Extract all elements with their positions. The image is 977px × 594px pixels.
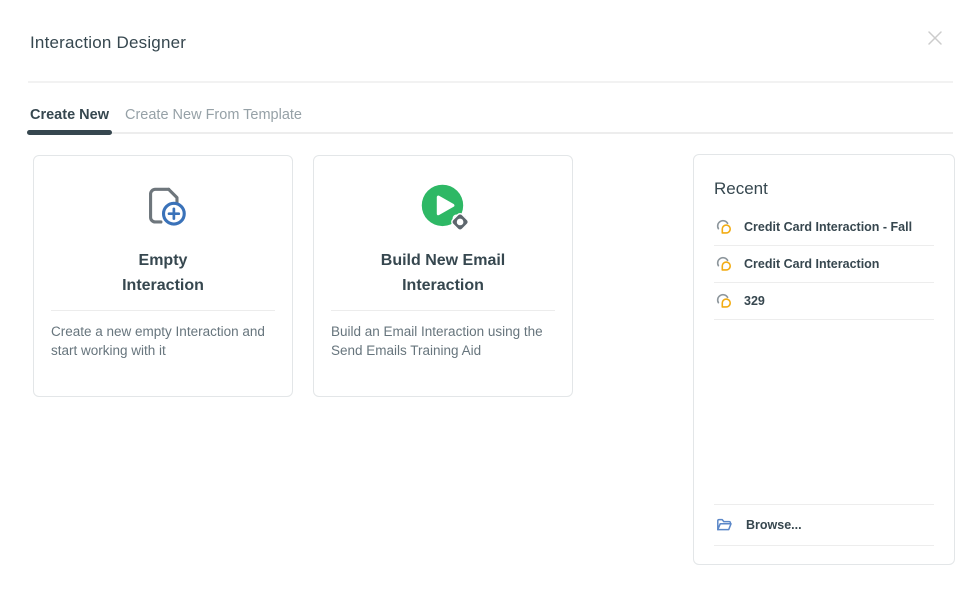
close-button[interactable]: [924, 27, 946, 49]
recent-item[interactable]: 329: [714, 283, 934, 320]
card-divider: [331, 310, 555, 311]
card-divider: [51, 310, 275, 311]
close-icon: [925, 28, 945, 48]
document-add-icon: [134, 179, 192, 237]
card-title-line: Interaction: [381, 274, 505, 299]
recent-item[interactable]: Credit Card Interaction - Fall: [714, 209, 934, 246]
card-title-line: Build New Email: [381, 249, 505, 274]
header-divider: [28, 81, 953, 83]
browse-label: Browse...: [746, 518, 802, 532]
recent-item-label: Credit Card Interaction - Fall: [744, 220, 912, 234]
recent-item[interactable]: Credit Card Interaction: [714, 246, 934, 283]
recent-heading: Recent: [714, 179, 934, 199]
card-title-line: Interaction: [122, 274, 204, 299]
dialog-title: Interaction Designer: [30, 33, 186, 53]
open-folder-icon: [716, 517, 732, 533]
card-title: Empty Interaction: [122, 249, 204, 299]
chat-bubble-icon: [716, 293, 732, 309]
recent-panel: Recent Credit Card Interaction - Fall Cr…: [693, 154, 955, 565]
card-build-new-email-interaction[interactable]: Build New Email Interaction Build an Ema…: [313, 155, 573, 397]
recent-spacer: [714, 320, 934, 504]
recent-item-label: Credit Card Interaction: [744, 257, 879, 271]
card-title-line: Empty: [122, 249, 204, 274]
chat-bubble-icon: [716, 219, 732, 235]
tab-bar: Create New Create New From Template: [30, 105, 953, 134]
card-description: Build an Email Interaction using the Sen…: [331, 322, 555, 361]
play-gear-icon: [414, 179, 472, 237]
card-description: Create a new empty Interaction and start…: [51, 322, 275, 361]
interaction-designer-dialog: Interaction Designer Create New Create N…: [0, 0, 977, 594]
card-empty-interaction[interactable]: Empty Interaction Create a new empty Int…: [33, 155, 293, 397]
recent-item-label: 329: [744, 294, 765, 308]
chat-bubble-icon: [716, 256, 732, 272]
browse-button[interactable]: Browse...: [714, 504, 934, 546]
card-title: Build New Email Interaction: [381, 249, 505, 299]
tab-create-new[interactable]: Create New: [30, 105, 109, 132]
tab-create-new-from-template[interactable]: Create New From Template: [125, 105, 302, 132]
